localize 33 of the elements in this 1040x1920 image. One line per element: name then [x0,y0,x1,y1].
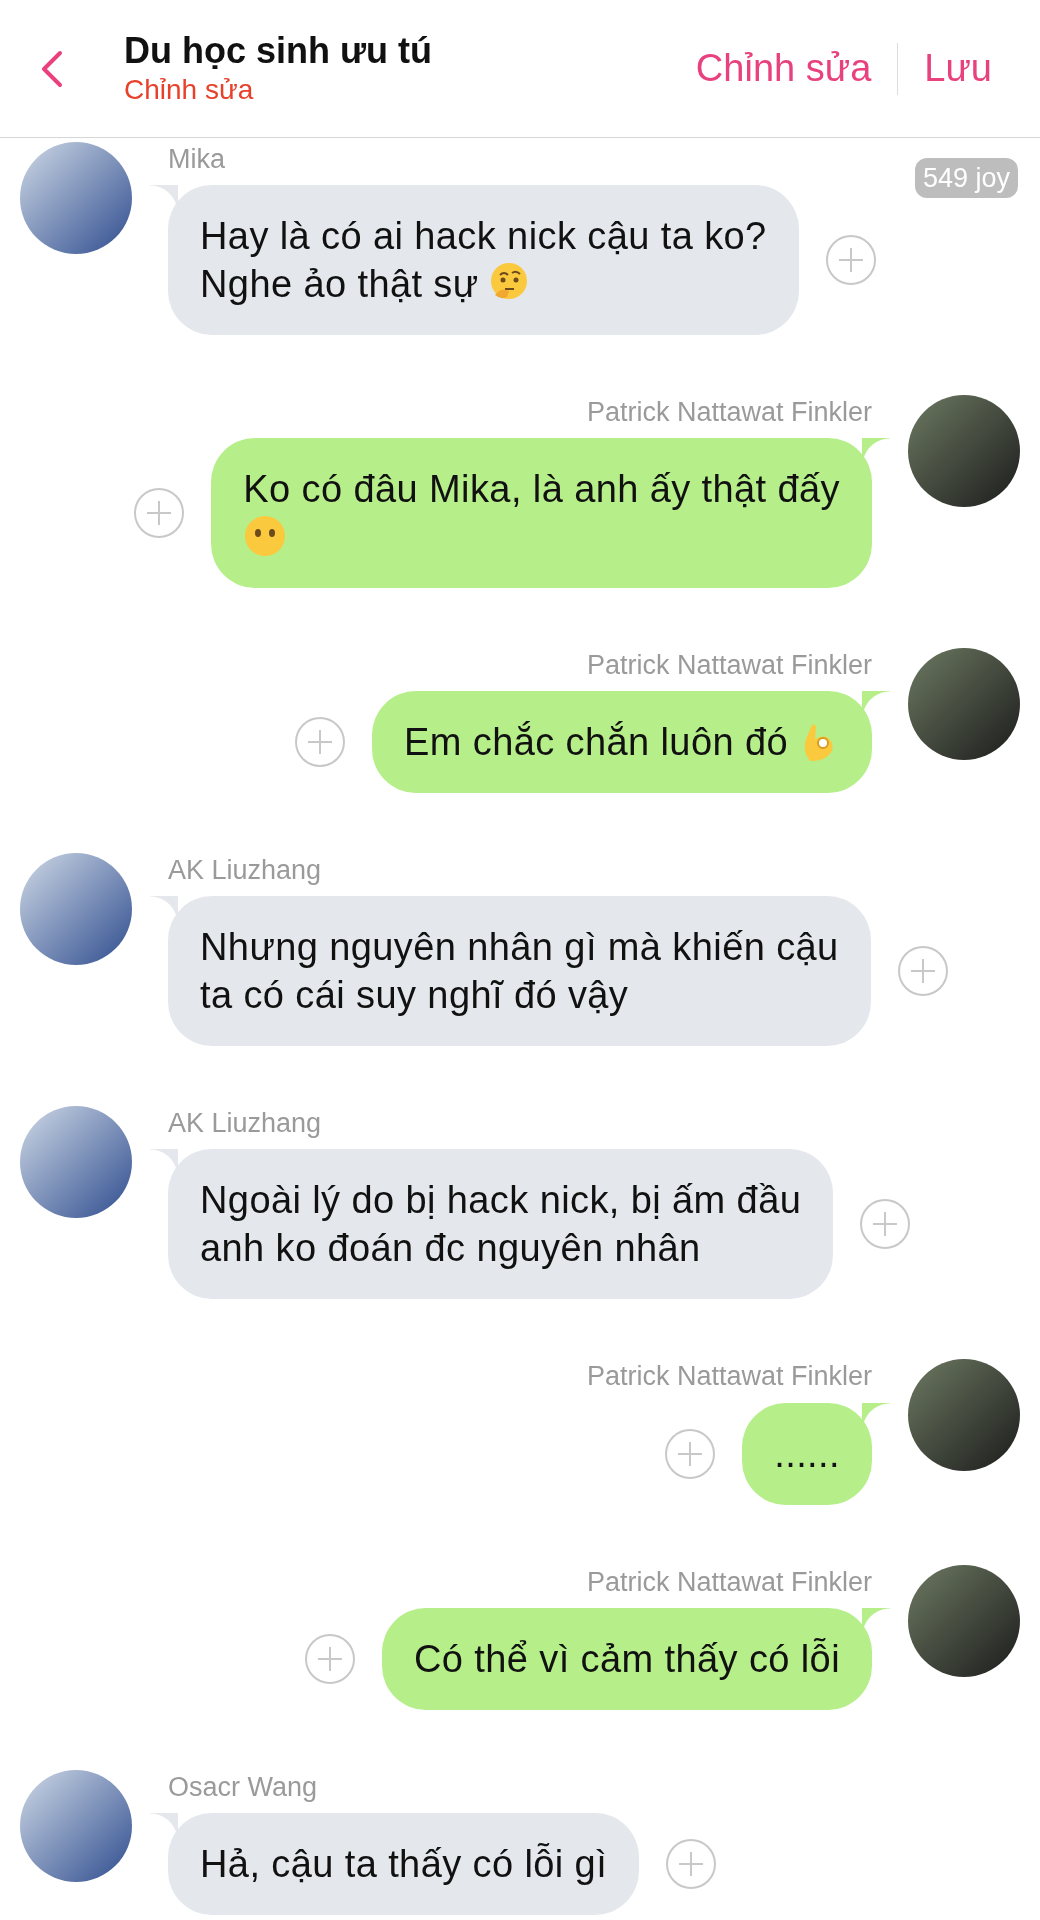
sender-name: Patrick Nattawat Finkler [586,1360,872,1394]
add-reaction-icon[interactable] [896,945,949,998]
message-text: anh ko đoán đc nguyên nhân [200,1226,702,1272]
sender-name: Mika [168,143,225,176]
message-text: Nhưng nguyên nhân gì mà khiến cậu [200,925,839,971]
chat-subtitle: Chỉnh sửa [124,72,255,107]
add-reaction-icon[interactable] [665,1837,718,1890]
edit-button[interactable]: Chỉnh sửa [669,40,898,97]
sender-name: AK Liuzhang [168,854,322,888]
message-text: ...... [774,1431,840,1477]
message-text: Hay là có ai hack nick cậu ta ko? [200,214,767,260]
save-button[interactable]: Lưu [898,40,1018,97]
sender-name: Patrick Nattawat Finkler [586,396,872,430]
sender-name: AK Liuzhang [168,1107,322,1141]
add-reaction-icon[interactable] [294,716,346,769]
sender-name: Patrick Nattawat Finkler [586,1565,872,1599]
message-text: Em chắc chắn luôn đó [404,721,788,764]
message-text: Hả, cậu ta thấy có lỗi gì [200,1841,608,1887]
message-text: Có thể vì cảm thấy có lỗi [413,1636,840,1682]
blank-face-icon [243,514,288,559]
message-text: Ngoài lý do bị hack nick, bị ấm đầu [200,1178,802,1224]
add-reaction-icon[interactable] [824,234,877,287]
add-reaction-icon[interactable] [133,487,186,540]
message-text: Nghe ảo thật sự [200,263,479,306]
add-reaction-icon[interactable] [664,1427,717,1480]
message-text: Ko có đâu Mika, là anh ấy thật đấy [243,468,840,511]
message-text: ta có cái suy nghĩ đó vậy [200,973,630,1019]
add-reaction-icon[interactable] [303,1632,356,1685]
joy-count: 549 joy [914,158,1018,199]
chat-title: Du học sinh ưu tú [124,28,434,72]
sender-name: Patrick Nattawat Finkler [586,649,872,683]
add-reaction-icon[interactable] [859,1198,912,1251]
sender-name: Osacr Wang [168,1770,318,1804]
